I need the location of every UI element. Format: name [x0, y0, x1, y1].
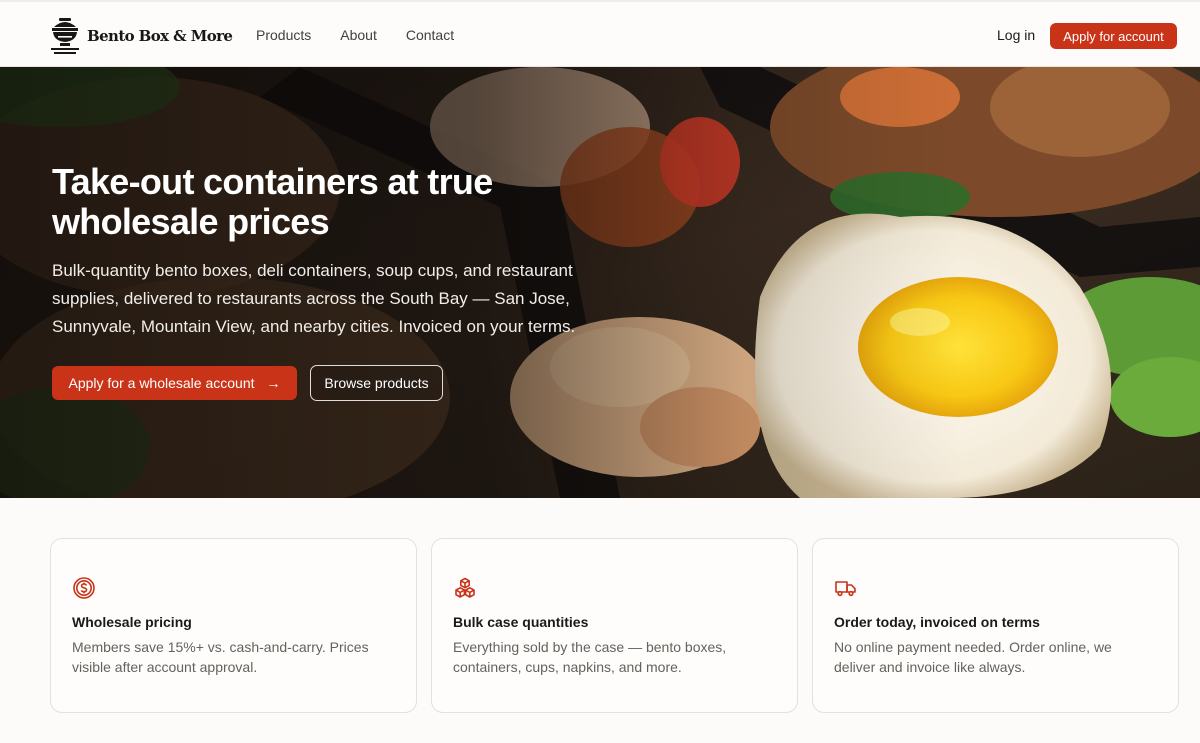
- feature-description: Members save 15%+ vs. cash-and-carry. Pr…: [72, 639, 369, 675]
- brand-logo[interactable]: Bento Box & More: [50, 16, 233, 56]
- feature-title: Wholesale pricing: [72, 614, 192, 630]
- apply-for-account-button[interactable]: Apply for account: [1050, 23, 1177, 49]
- login-link[interactable]: Log in: [997, 2, 1035, 67]
- feature-card-pricing: Wholesale pricing Members save 15%+ vs. …: [50, 538, 417, 713]
- browse-products-button[interactable]: Browse products: [310, 365, 443, 401]
- feature-title: Order today, invoiced on terms: [834, 614, 1040, 630]
- feature-card-bulk: Bulk case quantities Everything sold by …: [431, 538, 798, 713]
- brand-name: Bento Box & More: [87, 27, 233, 45]
- arrow-right-icon: →: [266, 375, 281, 391]
- boxes-icon: [455, 577, 475, 598]
- apply-wholesale-account-label: Apply for a wholesale account: [68, 375, 255, 391]
- hero-title: Take-out containers at true wholesale pr…: [52, 161, 493, 242]
- nav-link-products[interactable]: Products: [256, 27, 311, 43]
- feature-description: Everything sold by the case — bento boxe…: [453, 639, 727, 675]
- apply-wholesale-account-button[interactable]: Apply for a wholesale account →: [52, 366, 297, 400]
- feature-description: No online payment needed. Order online, …: [834, 639, 1112, 675]
- feature-card-terms: Order today, invoiced on terms No online…: [812, 538, 1179, 713]
- features-section: Wholesale pricing Members save 15%+ vs. …: [50, 538, 1180, 713]
- hero-subtitle: Bulk-quantity bento boxes, deli containe…: [52, 261, 576, 336]
- dollar-circle-icon: [73, 577, 95, 599]
- main-nav: Products About Contact: [256, 2, 454, 67]
- truck-icon: [835, 581, 856, 597]
- rice-bowl-logo-icon: [51, 18, 79, 54]
- hero-section: Take-out containers at true wholesale pr…: [0, 67, 1200, 498]
- nav-link-about[interactable]: About: [340, 27, 377, 43]
- site-header: Bento Box & More Products About Contact …: [0, 0, 1200, 67]
- nav-link-contact[interactable]: Contact: [406, 27, 454, 43]
- feature-title: Bulk case quantities: [453, 614, 589, 630]
